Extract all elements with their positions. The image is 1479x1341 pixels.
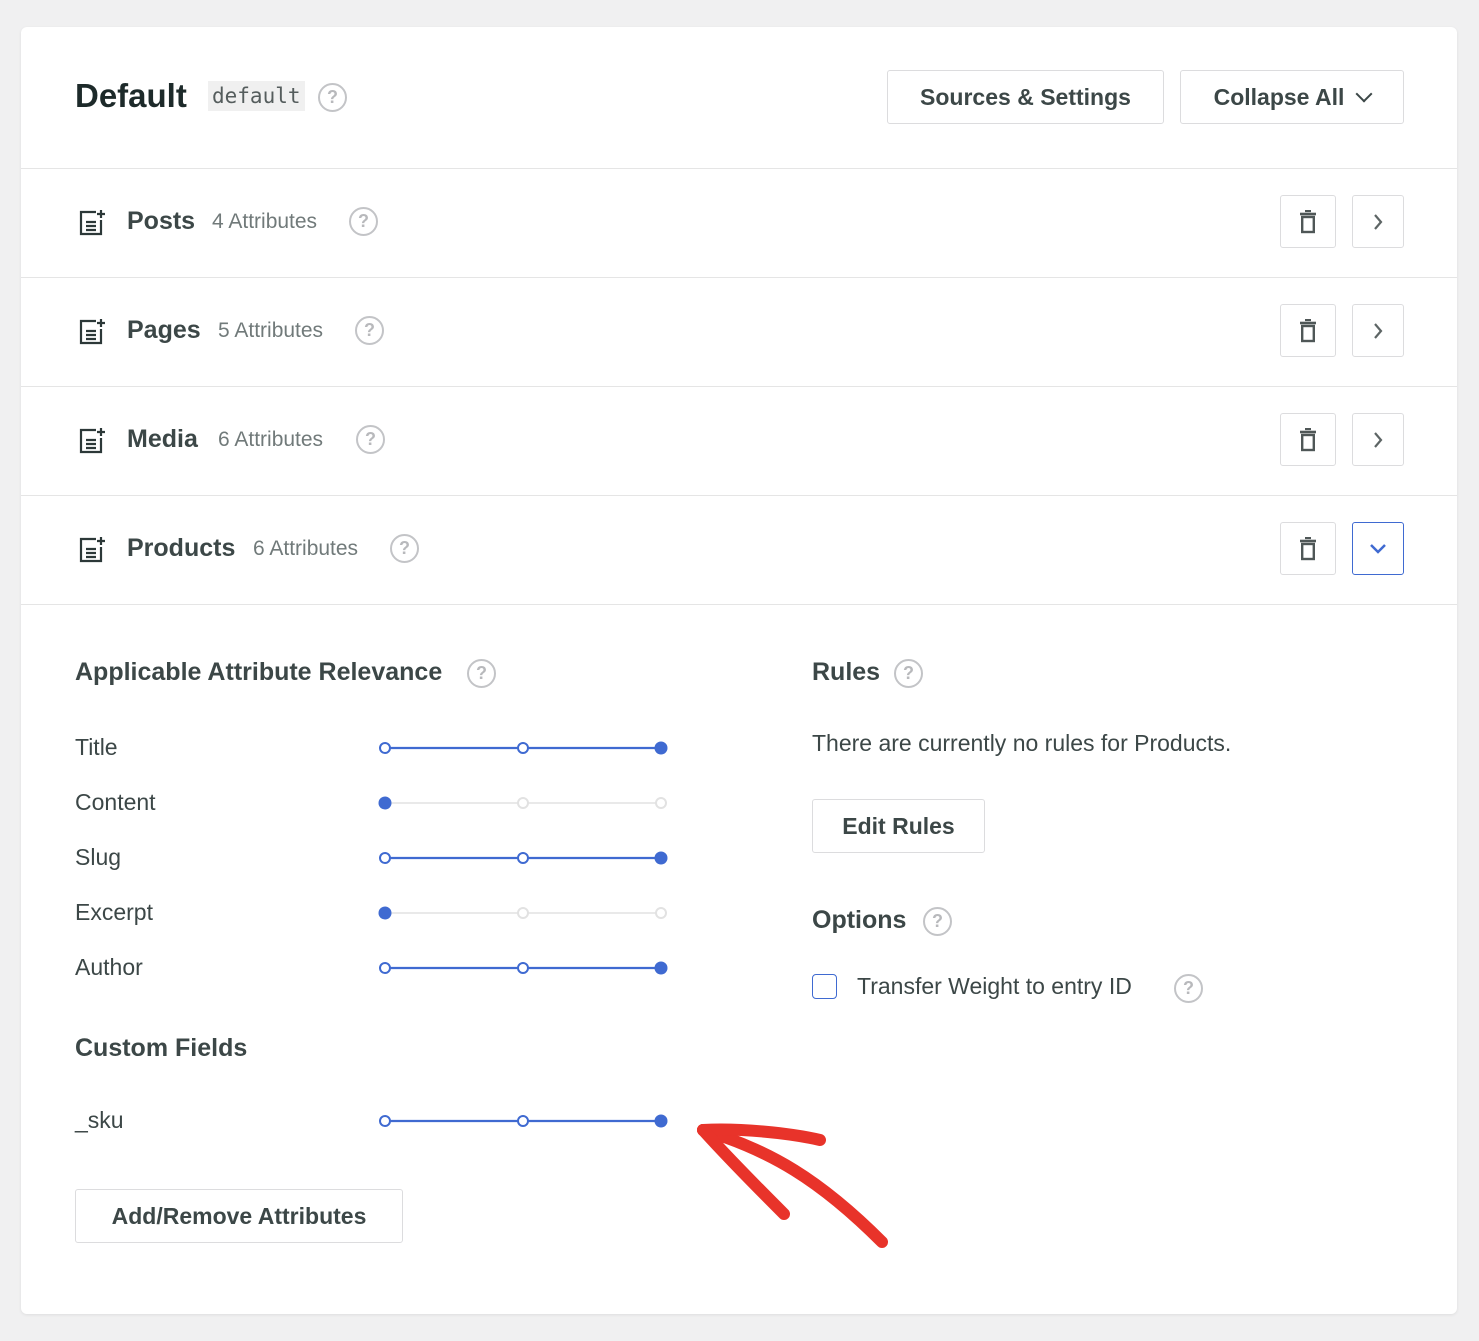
source-name[interactable]: Products — [127, 534, 235, 563]
source-attribute-count: 5 Attributes — [218, 319, 324, 342]
question-circle-icon[interactable]: ? — [318, 83, 347, 112]
slider-handle[interactable] — [378, 906, 392, 920]
slider-handle[interactable] — [654, 961, 668, 975]
chevron-down-icon — [1370, 543, 1386, 554]
slider-handle[interactable] — [654, 741, 668, 755]
relevance-slider[interactable] — [0, 733, 1479, 763]
options-heading: Options — [812, 906, 907, 934]
source-name[interactable]: Media — [127, 425, 198, 454]
delete-source-button[interactable] — [1280, 195, 1336, 248]
chevron-right-icon — [1374, 431, 1383, 448]
question-circle-icon[interactable]: ? — [390, 534, 419, 563]
document-add-icon — [79, 319, 105, 345]
question-circle-icon[interactable]: ? — [1174, 974, 1203, 1003]
slider-stop[interactable] — [655, 797, 667, 809]
slider-stop[interactable] — [517, 797, 529, 809]
question-circle-icon[interactable]: ? — [355, 316, 384, 345]
slider-stop[interactable] — [379, 1115, 391, 1127]
slider-stop[interactable] — [517, 1115, 529, 1127]
slider-handle[interactable] — [654, 1114, 668, 1128]
source-name[interactable]: Pages — [127, 316, 201, 345]
relevance-slider[interactable] — [0, 788, 1479, 818]
question-circle-icon[interactable]: ? — [923, 907, 952, 936]
rules-empty-text: There are currently no rules for Product… — [812, 730, 1232, 756]
document-add-icon — [79, 537, 105, 563]
expand-source-button[interactable] — [1352, 195, 1404, 248]
question-circle-icon[interactable]: ? — [356, 425, 385, 454]
trash-icon — [1300, 427, 1316, 451]
delete-source-button[interactable] — [1280, 522, 1336, 575]
edit-rules-label: Edit Rules — [842, 812, 955, 839]
chevron-right-icon — [1374, 322, 1383, 339]
document-add-icon — [79, 428, 105, 454]
slider-stop[interactable] — [379, 742, 391, 754]
question-circle-icon[interactable]: ? — [349, 207, 378, 236]
trash-icon — [1300, 318, 1316, 342]
sources-settings-label: Sources & Settings — [920, 83, 1131, 110]
relevance-slider[interactable] — [0, 843, 1479, 873]
collapse-all-button[interactable]: Collapse All — [1180, 70, 1404, 124]
transfer-weight-label: Transfer Weight to entry ID — [857, 973, 1132, 999]
question-circle-icon[interactable]: ? — [467, 659, 496, 688]
source-attribute-count: 6 Attributes — [218, 428, 324, 451]
source-row[interactable]: Media 6 Attributes ? — [21, 387, 1457, 496]
transfer-weight-checkbox[interactable] — [812, 974, 837, 999]
expand-source-button[interactable] — [1352, 304, 1404, 357]
edit-rules-button[interactable]: Edit Rules — [812, 799, 985, 853]
rules-heading: Rules — [812, 658, 881, 686]
source-attribute-count: 4 Attributes — [212, 210, 318, 233]
relevance-slider[interactable] — [0, 1106, 1479, 1136]
slider-stop[interactable] — [379, 852, 391, 864]
source-row[interactable]: Posts 4 Attributes ? — [21, 169, 1457, 278]
chevron-down-icon — [1355, 85, 1373, 103]
engine-slug: default — [208, 81, 305, 111]
trash-icon — [1300, 209, 1316, 233]
source-row[interactable]: Pages 5 Attributes ? — [21, 278, 1457, 387]
source-attribute-count: 6 Attributes — [253, 537, 359, 560]
slider-stop[interactable] — [655, 907, 667, 919]
slider-stop[interactable] — [517, 852, 529, 864]
engine-title: Default — [75, 77, 187, 114]
collapse-source-button[interactable] — [1352, 522, 1404, 575]
sources-settings-button[interactable]: Sources & Settings — [887, 70, 1164, 124]
source-row[interactable]: Products 6 Attributes ? — [21, 496, 1457, 605]
relevance-heading: Applicable Attribute Relevance — [75, 658, 443, 686]
engine-header: Default default ? Sources & Settings Col… — [21, 27, 1457, 169]
slider-handle[interactable] — [654, 851, 668, 865]
relevance-slider[interactable] — [0, 898, 1479, 928]
expand-source-button[interactable] — [1352, 413, 1404, 466]
trash-icon — [1300, 536, 1316, 560]
delete-source-button[interactable] — [1280, 304, 1336, 357]
add-remove-attributes-button[interactable]: Add/Remove Attributes — [75, 1189, 403, 1243]
slider-stop[interactable] — [517, 962, 529, 974]
question-circle-icon[interactable]: ? — [894, 659, 923, 688]
delete-source-button[interactable] — [1280, 413, 1336, 466]
slider-handle[interactable] — [378, 796, 392, 810]
source-name[interactable]: Posts — [127, 207, 195, 236]
custom-fields-heading: Custom Fields — [75, 1034, 248, 1062]
add-remove-attributes-label: Add/Remove Attributes — [111, 1202, 367, 1229]
collapse-all-label: Collapse All — [1213, 83, 1345, 110]
document-add-icon — [79, 210, 105, 236]
slider-stop[interactable] — [379, 962, 391, 974]
chevron-right-icon — [1374, 213, 1383, 230]
slider-stop[interactable] — [517, 907, 529, 919]
slider-stop[interactable] — [517, 742, 529, 754]
relevance-slider[interactable] — [0, 953, 1479, 983]
